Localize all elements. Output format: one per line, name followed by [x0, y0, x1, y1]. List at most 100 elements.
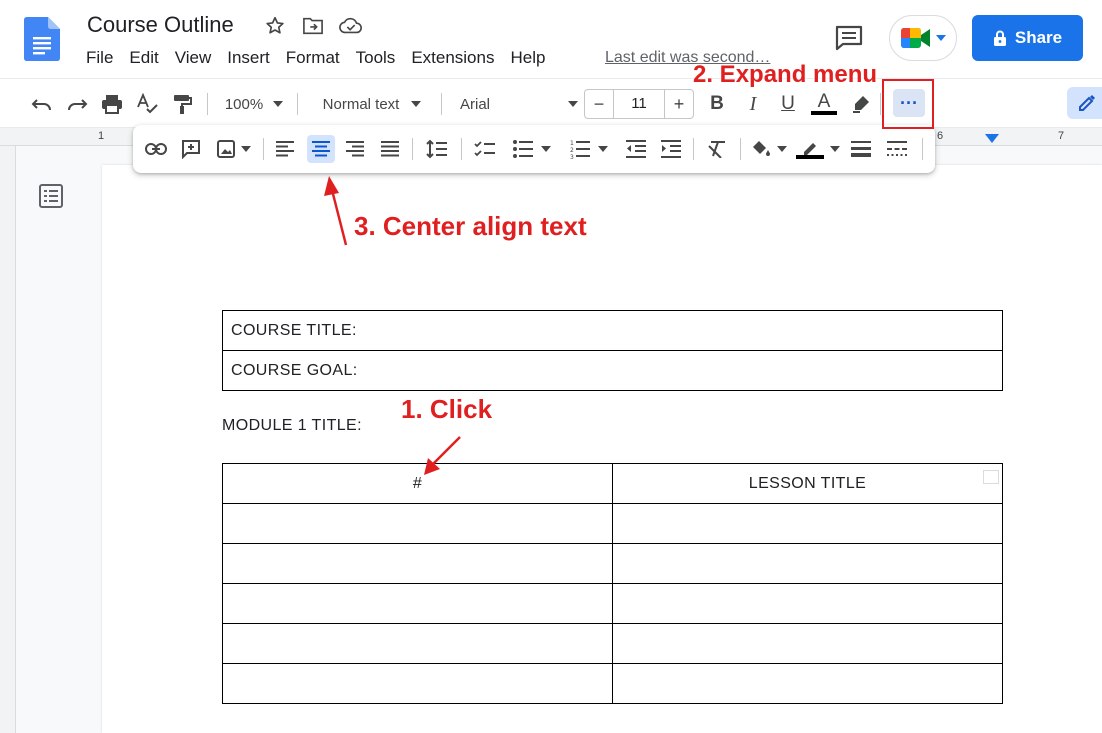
table-cell[interactable]: [222, 663, 613, 704]
document-outline-icon[interactable]: [38, 183, 64, 209]
table-cell[interactable]: [222, 623, 613, 664]
insert-image-button[interactable]: [213, 135, 255, 163]
chevron-down-icon: [273, 101, 284, 107]
indent-marker-icon[interactable]: [985, 134, 999, 144]
title-icons: [262, 14, 364, 38]
menu-view[interactable]: View: [175, 48, 220, 68]
comments-icon[interactable]: [834, 24, 864, 52]
move-folder-icon[interactable]: [300, 14, 326, 38]
menu-insert[interactable]: Insert: [227, 48, 278, 68]
font-value: Arial: [460, 95, 491, 113]
share-button[interactable]: Share: [972, 15, 1083, 61]
ruler-mark: 6: [937, 130, 944, 142]
menu-file[interactable]: File: [86, 48, 121, 68]
checklist-icon[interactable]: [472, 135, 498, 163]
font-size-input[interactable]: 11: [613, 90, 665, 118]
underline-button[interactable]: U: [775, 91, 801, 117]
annotation-click: 1. Click: [401, 394, 493, 424]
table-cell[interactable]: [612, 503, 1003, 544]
align-center-icon[interactable]: [307, 135, 335, 163]
paint-format-icon[interactable]: [168, 91, 196, 117]
table-cell[interactable]: [612, 663, 1003, 704]
decrease-font-size-button[interactable]: −: [585, 94, 613, 115]
numbered-list-button[interactable]: 123: [566, 135, 612, 163]
text-color-swatch: [811, 111, 837, 115]
document-title[interactable]: Course Outline: [87, 12, 234, 38]
highlight-pen-icon[interactable]: [848, 91, 874, 117]
course-info-table: COURSE TITLE: COURSE GOAL:: [222, 310, 1003, 391]
menu-format[interactable]: Format: [286, 48, 348, 68]
docs-logo-icon[interactable]: [24, 17, 60, 61]
undo-icon[interactable]: [28, 91, 56, 117]
menu-edit[interactable]: Edit: [129, 48, 166, 68]
annotation-center-align: 3. Center align text: [354, 211, 587, 241]
table-row: [222, 583, 1003, 624]
font-select[interactable]: Arial: [452, 91, 578, 117]
paint-bucket-icon: [753, 141, 770, 156]
print-icon[interactable]: [98, 91, 126, 117]
clear-formatting-icon[interactable]: [704, 135, 730, 163]
decrease-indent-icon[interactable]: [623, 135, 649, 163]
bulleted-list-button[interactable]: [509, 135, 555, 163]
numbered-list-icon: 123: [570, 140, 590, 159]
menu-help[interactable]: Help: [510, 48, 553, 68]
bold-button[interactable]: B: [704, 91, 730, 117]
table-cell[interactable]: [612, 583, 1003, 624]
table-cell[interactable]: [612, 623, 1003, 664]
cell-menu-icon[interactable]: [983, 470, 999, 484]
line-spacing-icon[interactable]: [424, 135, 450, 163]
table-cell[interactable]: [612, 543, 1003, 584]
meet-button[interactable]: [889, 15, 957, 61]
border-width-icon[interactable]: [848, 135, 874, 163]
editing-mode-button[interactable]: [1067, 87, 1102, 119]
lesson-title-header-cell[interactable]: LESSON TITLE: [612, 463, 1003, 504]
lock-icon: [993, 30, 1006, 46]
table-row: COURSE GOAL:: [222, 350, 1003, 391]
vertical-ruler[interactable]: [0, 146, 16, 733]
number-header-cell[interactable]: #: [222, 463, 613, 504]
align-left-icon[interactable]: [272, 135, 298, 163]
main-toolbar: 100% Normal text Arial − 11 + B I U A: [0, 78, 1102, 128]
toolbar-separator: [693, 138, 694, 160]
table-row: COURSE TITLE:: [222, 310, 1003, 351]
table-cell[interactable]: [222, 503, 613, 544]
course-title-cell[interactable]: COURSE TITLE:: [222, 310, 1003, 351]
module-title-text[interactable]: MODULE 1 TITLE:: [222, 417, 362, 435]
border-dash-icon[interactable]: [884, 135, 910, 163]
increase-font-size-button[interactable]: +: [665, 94, 693, 115]
toolbar-separator: [880, 93, 881, 115]
text-color-button[interactable]: A: [810, 91, 838, 117]
justify-icon[interactable]: [377, 135, 403, 163]
bulleted-list-icon: [513, 140, 533, 158]
toolbar-separator: [263, 138, 264, 160]
toolbar-separator: [461, 138, 462, 160]
add-comment-icon[interactable]: [178, 135, 204, 163]
chevron-down-icon: [241, 146, 251, 152]
zoom-select[interactable]: 100%: [218, 91, 290, 117]
increase-indent-icon[interactable]: [658, 135, 684, 163]
paragraph-style-select[interactable]: Normal text: [310, 91, 434, 117]
table-cell[interactable]: [222, 583, 613, 624]
table-cell[interactable]: [222, 543, 613, 584]
italic-button[interactable]: I: [740, 91, 766, 117]
paragraph-style-value: Normal text: [322, 95, 400, 113]
annotation-highlight-box: [882, 79, 934, 129]
star-icon[interactable]: [262, 14, 288, 38]
table-row: # LESSON TITLE: [222, 463, 1003, 504]
meet-icon: [901, 28, 930, 48]
text-color-letter: A: [817, 91, 831, 112]
course-goal-cell[interactable]: COURSE GOAL:: [222, 350, 1003, 391]
header: Course Outline File Edit View Insert For…: [0, 0, 1102, 78]
redo-icon[interactable]: [63, 91, 91, 117]
menu-extensions[interactable]: Extensions: [411, 48, 502, 68]
cloud-saved-icon[interactable]: [338, 14, 364, 38]
border-color-button[interactable]: [796, 135, 840, 163]
cell-background-color-button[interactable]: [749, 135, 789, 163]
align-right-icon[interactable]: [342, 135, 368, 163]
chevron-down-icon: [411, 101, 422, 107]
toolbar-separator: [412, 138, 413, 160]
menu-tools[interactable]: Tools: [356, 48, 404, 68]
spellcheck-icon[interactable]: [133, 91, 161, 117]
toolbar-separator: [922, 138, 923, 160]
insert-link-icon[interactable]: [143, 135, 169, 163]
